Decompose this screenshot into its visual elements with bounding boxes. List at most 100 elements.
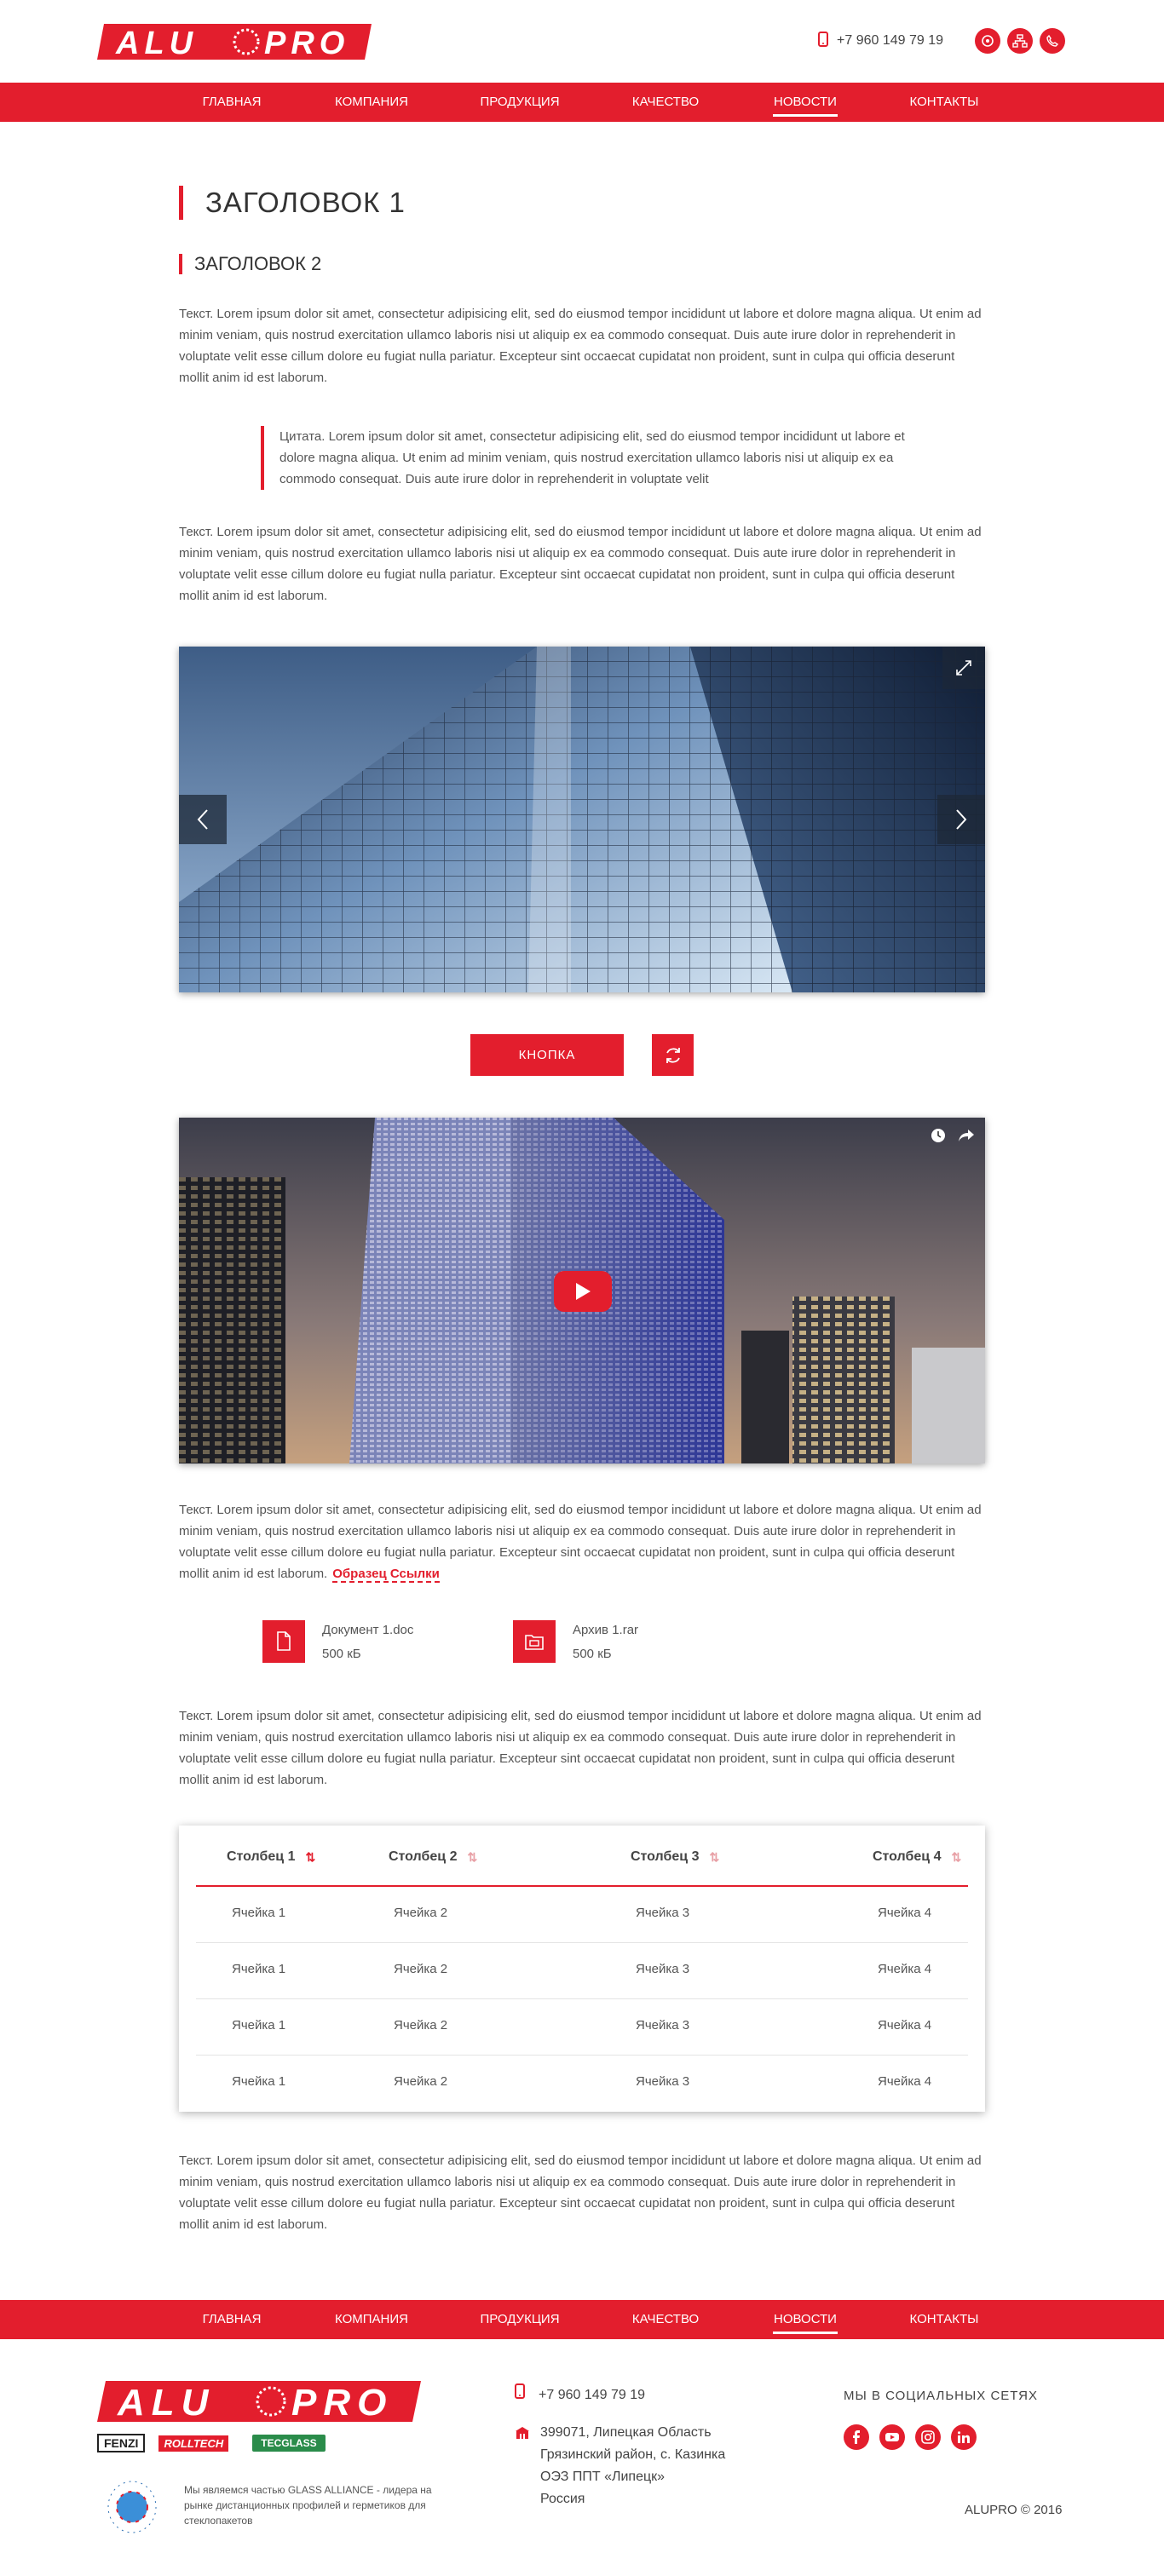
- footer-contacts: +7 960 149 79 19 399071, Липецкая Област…: [515, 2383, 725, 2510]
- slider-prev-button[interactable]: [179, 795, 227, 844]
- video-controls: [931, 1128, 975, 1147]
- primary-button[interactable]: КНОПКА: [470, 1034, 624, 1076]
- nav-item-news[interactable]: НОВОСТИ: [773, 2300, 838, 2339]
- section-title: ЗАГОЛОВОК 2: [179, 254, 321, 274]
- table-cell: Ячейка 3: [636, 1962, 690, 1976]
- phone-icon: [818, 31, 828, 51]
- table-cell: Ячейка 1: [232, 2074, 286, 2089]
- chevron-left-icon: [197, 809, 208, 830]
- table-cell: Ячейка 3: [636, 2074, 690, 2089]
- phone-icon: [515, 2383, 525, 2406]
- file-name: Архив 1.rar: [573, 1623, 639, 1637]
- nav-item-news[interactable]: НОВОСТИ: [773, 83, 838, 122]
- nav-item-quality[interactable]: КАЧЕСТВО: [631, 2300, 700, 2339]
- table-row: Ячейка 1 Ячейка 2 Ячейка 3 Ячейка 4: [196, 1999, 968, 2056]
- address-line: Грязинский район, с. Казинка: [540, 2447, 726, 2462]
- table-cell: Ячейка 2: [394, 1906, 448, 1920]
- nav-item-products[interactable]: ПРОДУКЦИЯ: [479, 2300, 561, 2339]
- address-line: ОЭЗ ППТ «Липецк»: [540, 2470, 666, 2484]
- clock-icon[interactable]: [931, 1128, 946, 1147]
- paragraph-3-text: Текст. Lorem ipsum dolor sit amet, conse…: [179, 1503, 982, 1581]
- rolltech-logo[interactable]: ROLLTECH: [158, 2435, 229, 2452]
- sort-icon: ⇅: [709, 1849, 720, 1864]
- video-player[interactable]: [179, 1118, 985, 1463]
- footer-phone[interactable]: +7 960 149 79 19: [515, 2383, 725, 2406]
- table-cell: Ячейка 4: [878, 2074, 932, 2089]
- table-cell: Ячейка 4: [878, 2018, 932, 2033]
- document-icon: [262, 1620, 305, 1663]
- header-icons: [975, 28, 1065, 54]
- main-nav: ГЛАВНАЯ КОМПАНИЯ ПРОДУКЦИЯ КАЧЕСТВО НОВО…: [0, 83, 1164, 122]
- instagram-icon[interactable]: [915, 2424, 941, 2450]
- sample-link[interactable]: Образец Ссылки: [332, 1567, 440, 1583]
- nav-item-contacts[interactable]: КОНТАКТЫ: [908, 2300, 980, 2339]
- fullscreen-button[interactable]: [942, 647, 985, 689]
- glass-alliance-logo[interactable]: [97, 2479, 167, 2535]
- social-title: МЫ В СОЦИАЛЬНЫХ СЕТЯХ: [844, 2389, 1038, 2403]
- svg-text:PRO: PRO: [291, 2382, 393, 2422]
- file-name: Документ 1.doc: [322, 1623, 414, 1637]
- nav-item-company[interactable]: КОМПАНИЯ: [332, 83, 411, 122]
- header-phone[interactable]: +7 960 149 79 19: [818, 31, 943, 51]
- refresh-button[interactable]: [652, 1034, 694, 1076]
- facebook-icon[interactable]: [844, 2424, 869, 2450]
- paragraph-4: Текст. Lorem ipsum dolor sit amet, conse…: [179, 1709, 982, 1787]
- table-cell: Ячейка 4: [878, 1906, 932, 1920]
- nav-item-contacts[interactable]: КОНТАКТЫ: [908, 83, 980, 122]
- column-header-label: Столбец 4: [873, 1849, 942, 1864]
- award-icon[interactable]: [975, 28, 1000, 54]
- slider-next-button[interactable]: [937, 795, 985, 844]
- skyscraper-image: [179, 647, 985, 992]
- table-row: Ячейка 1 Ячейка 2 Ячейка 3 Ячейка 4: [196, 1943, 968, 1999]
- table-cell: Ячейка 1: [232, 2018, 286, 2033]
- youtube-icon[interactable]: [879, 2424, 905, 2450]
- nav-item-quality[interactable]: КАЧЕСТВО: [631, 83, 700, 122]
- table-cell: Ячейка 2: [394, 2074, 448, 2089]
- phone-call-icon[interactable]: [1040, 28, 1065, 54]
- footer-address: 399071, Липецкая Область Грязинский райо…: [515, 2422, 725, 2510]
- paragraph-1: Текст. Lorem ipsum dolor sit amet, conse…: [179, 307, 982, 385]
- footer-nav: ГЛАВНАЯ КОМПАНИЯ ПРОДУКЦИЯ КАЧЕСТВО НОВО…: [0, 2300, 1164, 2339]
- sort-icon: ⇅: [305, 1849, 316, 1864]
- footer-phone-number: +7 960 149 79 19: [539, 2387, 646, 2402]
- quote-block: Цитата. Lorem ipsum dolor sit amet, cons…: [261, 426, 908, 490]
- play-button[interactable]: [554, 1271, 612, 1312]
- tecglass-logo[interactable]: TECGLASS: [252, 2435, 326, 2452]
- image-slider[interactable]: [179, 647, 985, 992]
- fenzi-logo[interactable]: FENZI: [97, 2434, 146, 2452]
- svg-text:ALU: ALU: [117, 2382, 215, 2422]
- social-links: [844, 2424, 977, 2450]
- column-header-2[interactable]: Столбец 2 ⇅: [389, 1849, 477, 1865]
- linkedin-icon[interactable]: [951, 2424, 977, 2450]
- column-header-4[interactable]: Столбец 4 ⇅: [873, 1849, 961, 1865]
- file-size: 500 кБ: [322, 1647, 361, 1661]
- paragraph-2: Текст. Lorem ipsum dolor sit amet, conse…: [179, 525, 982, 603]
- file-item-doc[interactable]: Документ 1.doc 500 кБ: [262, 1620, 413, 1666]
- network-icon[interactable]: [1007, 28, 1033, 54]
- column-header-1[interactable]: Столбец 1 ⇅: [227, 1849, 315, 1865]
- address-line: Россия: [540, 2492, 585, 2506]
- sort-icon: ⇅: [951, 1849, 962, 1864]
- table-cell: Ячейка 1: [232, 1962, 286, 1976]
- archive-icon: [513, 1620, 556, 1663]
- nav-item-home[interactable]: ГЛАВНАЯ: [201, 83, 262, 122]
- file-size: 500 кБ: [573, 1647, 612, 1661]
- paragraph-3: Текст. Lorem ipsum dolor sit amet, conse…: [179, 1499, 985, 1584]
- footer-alupro-logo[interactable]: ALU PRO: [97, 2381, 421, 2424]
- table-row: Ячейка 1 Ячейка 2 Ячейка 3 Ячейка 4: [196, 1887, 968, 1943]
- file-item-rar[interactable]: Архив 1.rar 500 кБ: [513, 1620, 638, 1666]
- nav-item-home[interactable]: ГЛАВНАЯ: [201, 2300, 262, 2339]
- table-cell: Ячейка 4: [878, 1962, 932, 1976]
- svg-text:ALU: ALU: [115, 26, 198, 60]
- nav-item-products[interactable]: ПРОДУКЦИЯ: [479, 83, 561, 122]
- nav-item-company[interactable]: КОМПАНИЯ: [332, 2300, 411, 2339]
- paragraph-5: Текст. Lorem ipsum dolor sit amet, conse…: [179, 2153, 982, 2232]
- alupro-logo[interactable]: ALU PRO: [97, 24, 372, 61]
- data-table: Столбец 1 ⇅ Столбец 2 ⇅ Столбец 3 ⇅ Столбец…: [179, 1826, 985, 2112]
- share-icon[interactable]: [958, 1128, 975, 1147]
- table-cell: Ячейка 3: [636, 1906, 690, 1920]
- column-header-3[interactable]: Столбец 3 ⇅: [631, 1849, 719, 1865]
- page-title: ЗАГОЛОВОК 1: [179, 186, 406, 220]
- table-cell: Ячейка 2: [394, 1962, 448, 1976]
- table-cell: Ячейка 3: [636, 2018, 690, 2033]
